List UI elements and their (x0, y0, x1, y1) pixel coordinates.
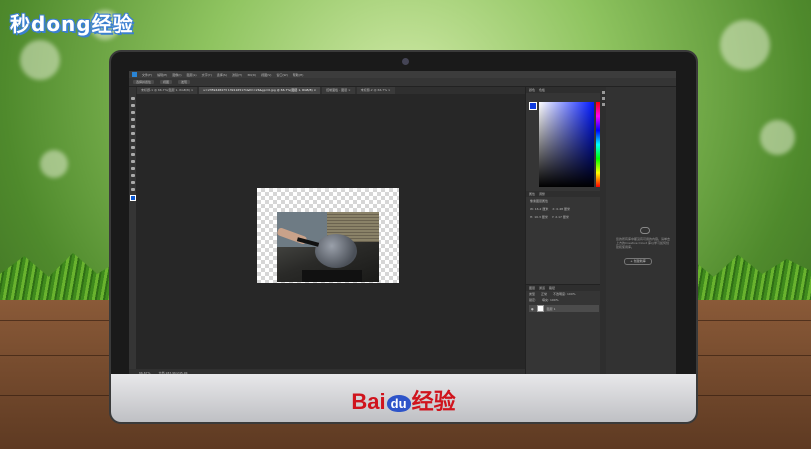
layer-kind-filter[interactable]: 类型 (529, 292, 535, 296)
menu-edit[interactable]: 编辑(E) (157, 73, 167, 77)
eye-icon[interactable]: ● (531, 307, 534, 311)
layer-name: 图层 1 (546, 306, 556, 311)
create-library-button[interactable]: + 创建新库 (624, 258, 652, 265)
layer-thumbnail (536, 305, 544, 312)
menu-bar: 文件(F) 编辑(E) 图像(I) 图层(L) 文字(Y) 选择(S) 滤镜(T… (129, 71, 676, 78)
tab-paths[interactable]: 路径 (549, 286, 555, 290)
view-button[interactable]: 视图 (160, 80, 173, 84)
opacity-field[interactable]: 不透明度: 100% (553, 292, 576, 296)
x-field[interactable]: X: 0.48 厘米 (552, 207, 570, 211)
tab-properties[interactable]: 属性 (529, 192, 535, 196)
ps-logo-icon (132, 72, 137, 77)
properties-panel: 属性 调整 像素图层属性 W: 16.2 厘米 X: 0.48 厘米 H: 10… (526, 191, 601, 281)
y-field[interactable]: Y: 2.17 厘米 (552, 215, 569, 219)
libraries-icon[interactable] (601, 97, 605, 100)
foreground-swatch-icon[interactable] (529, 102, 537, 110)
move-tool-icon[interactable] (130, 97, 135, 100)
tab-document-3[interactable]: 控制面板 - 图层 × (322, 87, 355, 94)
menu-window[interactable]: 窗口(W) (276, 73, 287, 77)
menu-select[interactable]: 选择(S) (217, 73, 227, 77)
layers-panel: 图层 通道 路径 类型 正常 不透明度: 100% 锁定: 填充: 100% ●… (526, 284, 601, 377)
quick-select-tool-icon[interactable] (130, 118, 135, 121)
marquee-tool-icon[interactable] (130, 104, 135, 107)
canvas-workspace[interactable] (136, 94, 525, 369)
menu-view[interactable]: 视图(V) (261, 73, 271, 77)
width-field[interactable]: W: 16.2 厘米 (530, 207, 548, 211)
cloud-icon (640, 227, 650, 234)
menu-help[interactable]: 帮助(H) (293, 73, 304, 77)
zoom-tool-icon[interactable] (130, 188, 135, 191)
foreground-color-icon[interactable] (129, 195, 136, 201)
color-field[interactable] (539, 102, 594, 187)
fill-field[interactable]: 填充: 100% (542, 298, 559, 302)
lasso-tool-icon[interactable] (130, 111, 135, 114)
eyedropper-tool-icon[interactable] (130, 132, 135, 135)
options-bar: 选择并遮住 视图 发现 (129, 78, 676, 87)
tab-document-1[interactable]: 未标题-1 @ 66.7%(图层 1, RGB/8) × (137, 87, 198, 94)
tab-document-2[interactable]: u=2359448473 1391165171&fm=26&gp=0.jpg @… (199, 87, 321, 94)
right-panels: 颜色 色板 属性 调整 像素图层属性 W: 16.2 厘米 X: 0.48 厘米… (525, 87, 601, 377)
libraries-panel: 您的所有库中都没有可用的内容。请单击上方的Creative Cloud 库以学习… (606, 87, 676, 377)
webcam-icon (402, 58, 409, 65)
menu-filter[interactable]: 滤镜(T) (232, 73, 242, 77)
color-panel-header: 颜色 色板 (526, 87, 601, 93)
properties-title: 像素图层属性 (530, 199, 549, 203)
layer-row[interactable]: ● 图层 1 (529, 305, 599, 312)
blend-mode-select[interactable]: 正常 (541, 292, 547, 296)
select-and-mask-button[interactable]: 选择并遮住 (133, 80, 155, 84)
document-canvas[interactable] (257, 188, 399, 283)
photoshop-window: 文件(F) 编辑(E) 图像(I) 图层(L) 文字(Y) 选择(S) 滤镜(T… (129, 71, 676, 377)
menu-layer[interactable]: 图层(L) (187, 73, 197, 77)
gradient-tool-icon[interactable] (130, 160, 135, 163)
menu-file[interactable]: 文件(F) (142, 73, 152, 77)
menu-type[interactable]: 文字(Y) (202, 73, 212, 77)
tab-channels[interactable]: 通道 (539, 286, 545, 290)
tab-swatches[interactable]: 色板 (539, 88, 545, 92)
tab-color[interactable]: 颜色 (529, 88, 535, 92)
monitor: 文件(F) 编辑(E) 图像(I) 图层(L) 文字(Y) 选择(S) 滤镜(T… (109, 50, 698, 424)
stamp-tool-icon[interactable] (130, 146, 135, 149)
menu-image[interactable]: 图像(I) (172, 73, 181, 77)
adjust-icon[interactable] (601, 103, 605, 106)
crop-tool-icon[interactable] (130, 125, 135, 128)
eraser-tool-icon[interactable] (130, 153, 135, 156)
lock-label: 锁定: (529, 298, 537, 302)
monitor-chin: Bai du 经验 (111, 374, 696, 422)
wok-photo (277, 212, 379, 282)
tab-document-4[interactable]: 未标题-2 @ 66.7% × (356, 87, 395, 94)
height-field[interactable]: H: 10.3 厘米 (530, 215, 548, 219)
pen-tool-icon[interactable] (130, 167, 135, 170)
discover-button[interactable]: 发现 (178, 80, 191, 84)
document-tabs: 未标题-1 @ 66.7%(图层 1, RGB/8) × u=235944847… (137, 87, 526, 94)
menu-3d[interactable]: 3D(D) (247, 73, 256, 77)
text-tool-icon[interactable] (130, 174, 135, 177)
hand-tool-icon[interactable] (130, 181, 135, 184)
tab-adjustments[interactable]: 调整 (539, 192, 545, 196)
tools-panel (129, 87, 136, 369)
baidu-jingyan-logo: Bai du 经验 (351, 389, 456, 414)
miaodong-watermark: 秒dong经验 (10, 12, 134, 36)
libraries-message: 您的所有库中都没有可用的内容。请单击上方的Creative Cloud 库以学习… (616, 237, 671, 249)
tab-layers[interactable]: 图层 (529, 286, 535, 290)
history-icon[interactable] (601, 91, 605, 94)
brush-tool-icon[interactable] (130, 139, 135, 142)
